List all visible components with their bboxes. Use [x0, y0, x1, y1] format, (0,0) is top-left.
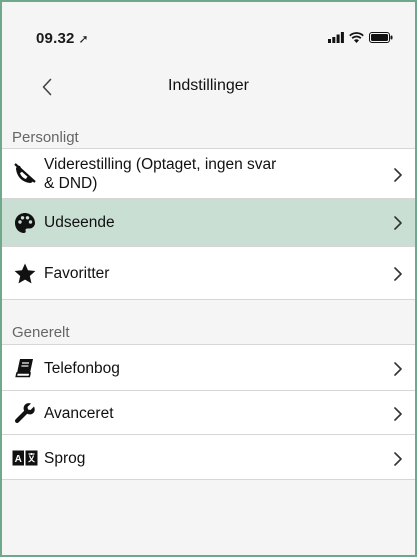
- row-label-line2: & DND): [44, 175, 98, 192]
- row-label-favorites: Favoritter: [44, 265, 110, 282]
- row-label-appearance: Udseende: [44, 214, 115, 231]
- settings-row-call-forwarding[interactable]: Viderestilling (Optaget, ingen svar & DN…: [2, 148, 415, 198]
- settings-row-appearance[interactable]: Udseende: [2, 198, 415, 246]
- phone-screen: 09.32 ➚ Indstillinger Personligt Videres…: [0, 0, 417, 557]
- settings-row-favorites[interactable]: Favoritter: [2, 246, 415, 300]
- row-label-call-forwarding: Viderestilling (Optaget, ingen svar & DN…: [44, 155, 276, 193]
- battery-icon: [369, 32, 393, 43]
- row-label-language: Sprog: [44, 450, 86, 467]
- row-label-line1: Viderestilling (Optaget, ingen svar: [44, 156, 277, 173]
- row-label-phonebook: Telefonbog: [44, 360, 120, 377]
- chevron-right-icon: [391, 266, 405, 282]
- chevron-right-icon: [391, 406, 405, 422]
- settings-row-language[interactable]: A Sprog: [2, 434, 415, 480]
- wifi-icon: [349, 32, 364, 43]
- language-icon: A: [12, 445, 38, 471]
- page-title: Indstillinger: [168, 77, 249, 94]
- chevron-right-icon: [391, 167, 405, 183]
- palette-icon: [12, 210, 38, 236]
- location-arrow-icon: ➚: [78, 32, 89, 46]
- chevron-right-icon: [391, 451, 405, 467]
- book-icon: [12, 355, 38, 381]
- chevron-right-icon: [391, 215, 405, 231]
- navigation-bar: Indstillinger: [2, 60, 415, 114]
- clock-time: 09.32: [36, 30, 75, 47]
- svg-text:A: A: [15, 454, 22, 465]
- settings-row-advanced[interactable]: Avanceret: [2, 390, 415, 434]
- star-icon: [12, 261, 38, 287]
- settings-row-phonebook[interactable]: Telefonbog: [2, 344, 415, 390]
- wrench-icon: [12, 400, 38, 426]
- chevron-right-icon: [391, 361, 405, 377]
- status-time: 09.32 ➚: [36, 30, 89, 47]
- cell-signal-icon: [328, 32, 344, 43]
- section-header-general: Generelt: [12, 324, 70, 341]
- call-forward-icon: [12, 161, 38, 187]
- section-header-personal: Personligt: [12, 129, 79, 146]
- status-icons: [328, 32, 393, 43]
- row-label-advanced: Avanceret: [44, 405, 114, 422]
- status-bar: 09.32 ➚: [2, 2, 415, 60]
